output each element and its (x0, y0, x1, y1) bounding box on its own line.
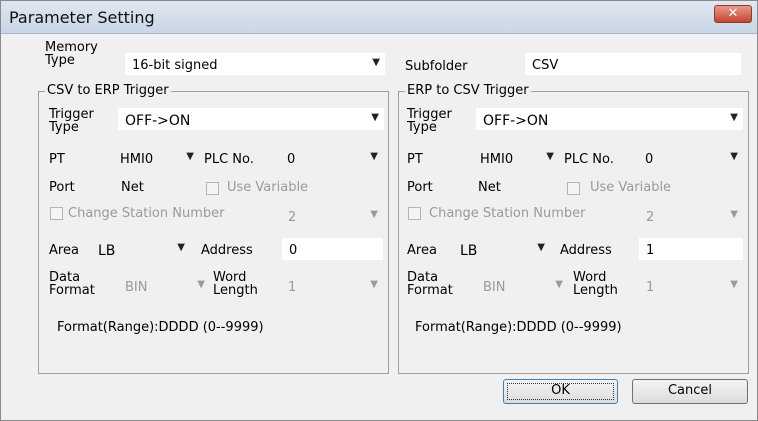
group-title: ERP to CSV Trigger (405, 83, 531, 98)
pt-label: PT (407, 152, 423, 167)
data-format-dropdown[interactable]: BIN ▼ (476, 275, 568, 297)
chevron-down-icon: ▼ (186, 151, 194, 162)
chevron-down-icon: ▼ (370, 209, 378, 220)
plc-no-value: 0 (645, 152, 654, 167)
address-label: Address (560, 243, 612, 258)
pt-dropdown[interactable]: HMI0 ▼ (473, 147, 559, 169)
chevron-down-icon: ▼ (177, 242, 185, 253)
word-length-value: 1 (646, 280, 655, 295)
change-station-value: 2 (288, 210, 297, 225)
trigger-type-value: OFF->ON (125, 113, 191, 129)
plc-no-dropdown[interactable]: 0 ▼ (280, 147, 383, 169)
memory-type-value: 16-bit signed (132, 58, 218, 73)
use-variable-checkbox[interactable] (567, 182, 580, 195)
use-variable-label: Use Variable (227, 180, 309, 195)
close-icon: ✕ (727, 6, 739, 21)
use-variable-checkbox[interactable] (206, 182, 219, 195)
change-station-label: Change Station Number (68, 206, 225, 221)
chevron-down-icon: ▼ (370, 151, 378, 162)
data-format-value: BIN (483, 280, 506, 295)
data-format-label: Data Format (407, 270, 453, 298)
area-dropdown[interactable]: LB ▼ (91, 238, 190, 260)
plc-no-label: PLC No. (564, 152, 614, 167)
trigger-type-dropdown[interactable]: OFF->ON ▼ (476, 108, 743, 130)
chevron-down-icon: ▼ (730, 279, 738, 290)
plc-no-dropdown[interactable]: 0 ▼ (638, 147, 743, 169)
ok-button[interactable]: OK (503, 379, 618, 404)
change-station-label: Change Station Number (429, 206, 586, 221)
subfolder-value: CSV (532, 58, 559, 73)
data-format-dropdown[interactable]: BIN ▼ (118, 275, 210, 297)
trigger-type-value: OFF->ON (483, 113, 549, 129)
chevron-down-icon: ▼ (730, 151, 738, 162)
address-input[interactable]: 0 (282, 238, 383, 260)
group-title: CSV to ERP Trigger (45, 83, 171, 98)
pt-value: HMI0 (120, 152, 154, 167)
chevron-down-icon: ▼ (372, 57, 380, 68)
window-title: Parameter Setting (9, 8, 155, 27)
port-label: Port (49, 180, 75, 195)
close-button[interactable]: ✕ (714, 5, 752, 23)
address-value: 0 (289, 243, 298, 258)
area-dropdown[interactable]: LB ▼ (453, 238, 550, 260)
subfolder-input[interactable]: CSV (525, 53, 741, 75)
address-label: Address (201, 243, 253, 258)
pt-value: HMI0 (480, 152, 514, 167)
change-station-dropdown[interactable]: 2 ▼ (639, 205, 743, 227)
trigger-type-dropdown[interactable]: OFF->ON ▼ (118, 108, 384, 130)
pt-label: PT (49, 152, 65, 167)
chevron-down-icon: ▼ (197, 279, 205, 290)
memory-type-dropdown[interactable]: 16-bit signed ▼ (125, 53, 385, 75)
subfolder-label: Subfolder (405, 59, 468, 74)
chevron-down-icon: ▼ (555, 279, 563, 290)
chevron-down-icon: ▼ (730, 209, 738, 220)
cancel-label: Cancel (667, 383, 713, 398)
word-length-label: Word Length (573, 270, 618, 298)
port-value: Net (478, 180, 501, 195)
chevron-down-icon: ▼ (371, 112, 379, 123)
trigger-type-label: Trigger Type (49, 107, 94, 135)
change-station-checkbox[interactable] (50, 207, 63, 220)
word-length-dropdown[interactable]: 1 ▼ (281, 275, 383, 297)
memory-type-label: Memory Type (45, 40, 98, 68)
word-length-value: 1 (288, 280, 297, 295)
format-range-text: Format(Range):DDDD (0--9999) (57, 320, 264, 335)
change-station-dropdown[interactable]: 2 ▼ (281, 205, 383, 227)
port-label: Port (407, 180, 433, 195)
chevron-down-icon: ▼ (546, 151, 554, 162)
port-value: Net (121, 180, 144, 195)
chevron-down-icon: ▼ (537, 242, 545, 253)
data-format-value: BIN (125, 280, 148, 295)
change-station-value: 2 (646, 210, 655, 225)
use-variable-label: Use Variable (590, 180, 672, 195)
cancel-button[interactable]: Cancel (632, 379, 748, 404)
chevron-down-icon: ▼ (370, 279, 378, 290)
parameter-setting-dialog: Parameter Setting ✕ Memory Type 16-bit s… (0, 0, 758, 421)
pt-dropdown[interactable]: HMI0 ▼ (113, 147, 199, 169)
area-label: Area (407, 243, 437, 258)
plc-no-label: PLC No. (204, 152, 254, 167)
plc-no-value: 0 (287, 152, 296, 167)
word-length-dropdown[interactable]: 1 ▼ (639, 275, 743, 297)
change-station-checkbox[interactable] (408, 207, 421, 220)
area-label: Area (49, 243, 79, 258)
address-input[interactable]: 1 (639, 238, 743, 260)
chevron-down-icon: ▼ (730, 112, 738, 123)
area-value: LB (460, 243, 478, 259)
trigger-type-label: Trigger Type (407, 107, 452, 135)
format-range-text: Format(Range):DDDD (0--9999) (415, 320, 622, 335)
address-value: 1 (646, 243, 655, 258)
title-bar: Parameter Setting ✕ (1, 1, 757, 34)
data-format-label: Data Format (49, 270, 95, 298)
word-length-label: Word Length (213, 270, 258, 298)
ok-label: OK (551, 383, 570, 398)
area-value: LB (98, 243, 116, 259)
